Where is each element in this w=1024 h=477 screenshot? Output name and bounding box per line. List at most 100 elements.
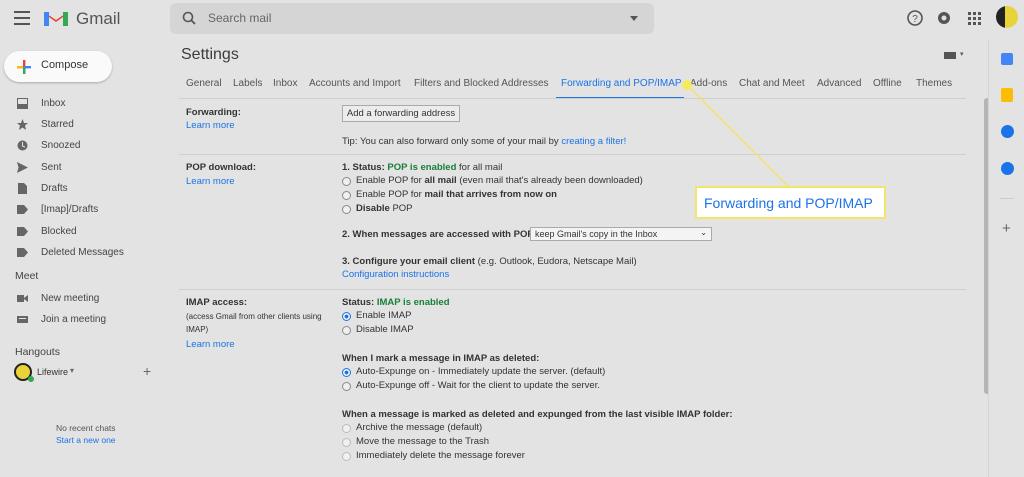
imap-learn-more-link[interactable]: Learn more [186, 339, 235, 350]
pop-from-now-radio[interactable] [342, 191, 351, 200]
new-meeting-item[interactable]: New meeting [0, 289, 168, 310]
calendar-icon[interactable] [1001, 53, 1013, 65]
pop-status: 1. Status: POP is enabled for all mail [342, 162, 502, 173]
sidebar-item-snoozed[interactable]: Snoozed [0, 136, 168, 157]
tab-inbox[interactable]: Inbox [273, 78, 297, 89]
sidebar-item-label: Deleted Messages [41, 247, 124, 258]
sidebar-item-inbox[interactable]: Inbox [0, 94, 168, 115]
archive-radio[interactable] [342, 424, 351, 433]
tab-forwarding-and-pop-imap[interactable]: Forwarding and POP/IMAP [561, 78, 682, 89]
imap-expunged-heading: When a message is marked as deleted and … [342, 409, 733, 420]
search-bar[interactable]: Search mail [170, 3, 654, 34]
pop-disable-radio[interactable] [342, 205, 351, 214]
trash-radio[interactable] [342, 438, 351, 447]
add-hangout-icon[interactable]: + [143, 363, 151, 379]
imap-status-prefix: Status: [342, 297, 375, 308]
send-icon [17, 162, 28, 173]
apps-grid-icon[interactable] [965, 9, 983, 27]
tab-labels[interactable]: Labels [233, 78, 262, 89]
online-status-icon [28, 376, 34, 382]
join-meeting-item[interactable]: Join a meeting [0, 310, 168, 331]
sidebar-item-label: Inbox [41, 98, 66, 109]
pop-all-mail-radio[interactable] [342, 177, 351, 186]
forwarding-learn-more-link[interactable]: Learn more [186, 120, 235, 131]
tab-advanced[interactable]: Advanced [817, 78, 861, 89]
draft-icon [18, 183, 27, 194]
auto-expunge-off-radio[interactable] [342, 382, 351, 391]
rail-divider [1000, 198, 1014, 199]
sidebar-item-sent[interactable]: Sent [0, 158, 168, 179]
tab-offline[interactable]: Offline [873, 78, 902, 89]
pop-download-label: POP download: [186, 162, 257, 173]
tab-filters-and-blocked-addresses[interactable]: Filters and Blocked Addresses [414, 78, 549, 89]
input-tools-dropdown-icon[interactable]: ▾ [960, 50, 964, 58]
imap-deleted-heading: When I mark a message in IMAP as deleted… [342, 353, 540, 364]
auto-expunge-off-label: Auto-Expunge off - Wait for the client t… [356, 380, 600, 391]
meet-heading: Meet [15, 270, 39, 282]
auto-expunge-on-label: Auto-Expunge on - Immediately update the… [356, 366, 606, 377]
pop-all-mail-text-b: all mail [424, 175, 457, 186]
tab-accounts-and-import[interactable]: Accounts and Import [309, 78, 401, 89]
help-icon[interactable]: ? [906, 9, 924, 27]
pop-from-now-label: Enable POP for mail that arrives from no… [356, 189, 557, 200]
search-input[interactable]: Search mail [208, 11, 271, 25]
svg-text:?: ? [912, 14, 918, 25]
pop-disable-text-b: POP [392, 203, 413, 214]
keyboard-icon [17, 316, 28, 323]
star-icon [17, 119, 28, 130]
sidebar-item-drafts[interactable]: Drafts [0, 179, 168, 200]
pop-divider [179, 289, 966, 290]
pop-learn-more-link[interactable]: Learn more [186, 176, 235, 187]
keep-icon[interactable] [1001, 88, 1013, 102]
input-tools-icon[interactable] [944, 52, 956, 59]
sidebar-item-label: Drafts [41, 183, 68, 194]
new-meeting-label: New meeting [41, 293, 100, 304]
trash-label: Move the message to the Trash [356, 436, 490, 447]
contacts-icon[interactable] [1001, 162, 1014, 175]
add-addon-icon[interactable]: + [1002, 220, 1011, 237]
delete-forever-label: Immediately delete the message forever [356, 450, 525, 461]
sidebar-item-imap-drafts[interactable]: [Imap]/Drafts [0, 200, 168, 221]
disable-imap-radio[interactable] [342, 326, 351, 335]
hangouts-heading: Hangouts [15, 346, 60, 358]
callout-text: Forwarding and POP/IMAP [704, 195, 873, 211]
pop-all-mail-text-a: Enable POP for [356, 175, 422, 186]
pop-access-select[interactable]: keep Gmail's copy in the Inbox ⌄ [530, 227, 712, 241]
compose-button[interactable]: Compose [4, 51, 112, 82]
search-options-icon[interactable] [630, 16, 638, 21]
forwarding-label: Forwarding: [186, 107, 241, 118]
sidebar-item-label: Blocked [41, 226, 77, 237]
add-forwarding-address-button[interactable]: Add a forwarding address [342, 105, 460, 122]
account-avatar[interactable] [996, 6, 1018, 28]
callout-pointer-line [686, 84, 789, 187]
page-title: Settings [181, 46, 239, 63]
pop-all-mail-text-c: (even mail that's already been downloade… [459, 175, 643, 186]
video-icon [17, 295, 28, 302]
sidebar-item-label: [Imap]/Drafts [41, 204, 99, 215]
imap-access-label: IMAP access: [186, 297, 248, 308]
search-icon[interactable] [182, 11, 196, 25]
user-dropdown-icon[interactable]: ▾ [70, 366, 74, 375]
settings-gear-icon[interactable] [935, 9, 953, 27]
sidebar-item-label: Snoozed [41, 140, 81, 151]
sidebar-item-blocked[interactable]: Blocked [0, 222, 168, 243]
sidebar-item-starred[interactable]: Starred [0, 115, 168, 136]
main-menu-icon[interactable] [14, 11, 30, 25]
create-filter-link[interactable]: creating a filter! [561, 136, 626, 147]
pop-from-now-text-a: Enable POP for [356, 189, 422, 200]
imap-description-line1: (access Gmail from other clients using [186, 312, 322, 321]
sidebar-item-deleted-messages[interactable]: Deleted Messages [0, 243, 168, 264]
auto-expunge-on-radio[interactable] [342, 368, 351, 377]
configuration-instructions-link[interactable]: Configuration instructions [342, 269, 449, 280]
inbox-icon [17, 98, 28, 109]
tab-themes[interactable]: Themes [916, 78, 952, 89]
label-icon [17, 227, 28, 236]
hangouts-user[interactable]: Lifewire [37, 367, 68, 377]
delete-forever-radio[interactable] [342, 452, 351, 461]
imap-status-value: IMAP is enabled [376, 297, 450, 308]
tasks-icon[interactable] [1001, 125, 1014, 138]
tabs-divider [179, 98, 966, 99]
enable-imap-radio[interactable] [342, 312, 351, 321]
start-new-chat-link[interactable]: Start a new one [56, 435, 116, 445]
tab-general[interactable]: General [186, 78, 222, 89]
